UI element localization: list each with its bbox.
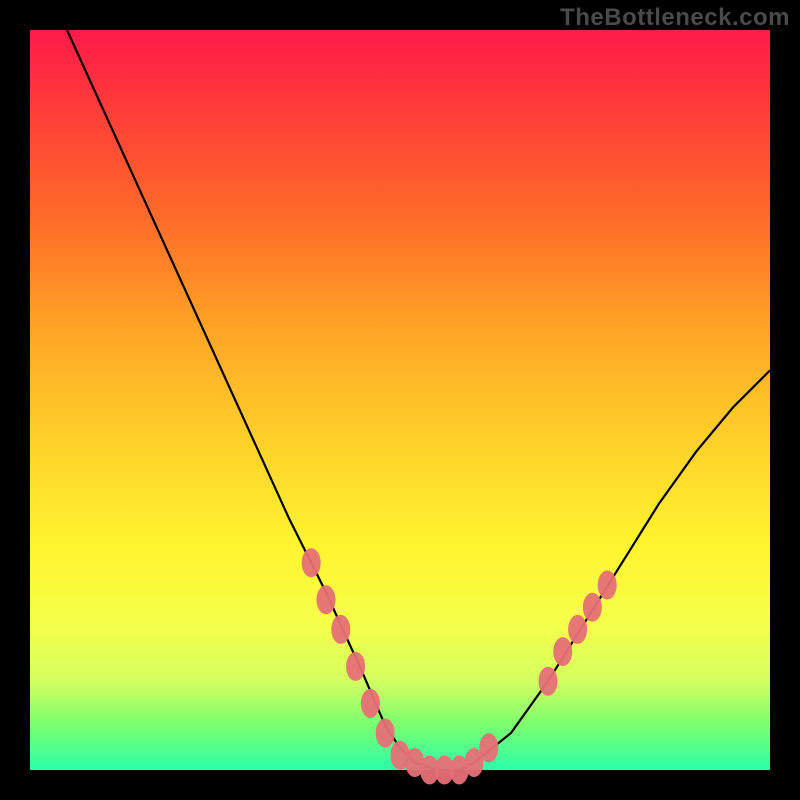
curve-marker xyxy=(583,593,601,621)
curve-marker xyxy=(554,638,572,666)
watermark-text: TheBottleneck.com xyxy=(560,4,790,32)
chart-frame: TheBottleneck.com xyxy=(0,0,800,800)
plot-area xyxy=(30,30,770,770)
curve-marker xyxy=(480,734,498,762)
curve-marker xyxy=(302,549,320,577)
curve-marker xyxy=(317,586,335,614)
curve-marker xyxy=(376,719,394,747)
curve-marker xyxy=(598,571,616,599)
curve-marker xyxy=(539,667,557,695)
curve-marker xyxy=(332,615,350,643)
curve-markers-group xyxy=(302,549,616,784)
curve-svg xyxy=(30,30,770,770)
curve-marker xyxy=(361,689,379,717)
curve-marker xyxy=(347,652,365,680)
curve-marker xyxy=(569,615,587,643)
bottleneck-curve xyxy=(67,30,770,770)
